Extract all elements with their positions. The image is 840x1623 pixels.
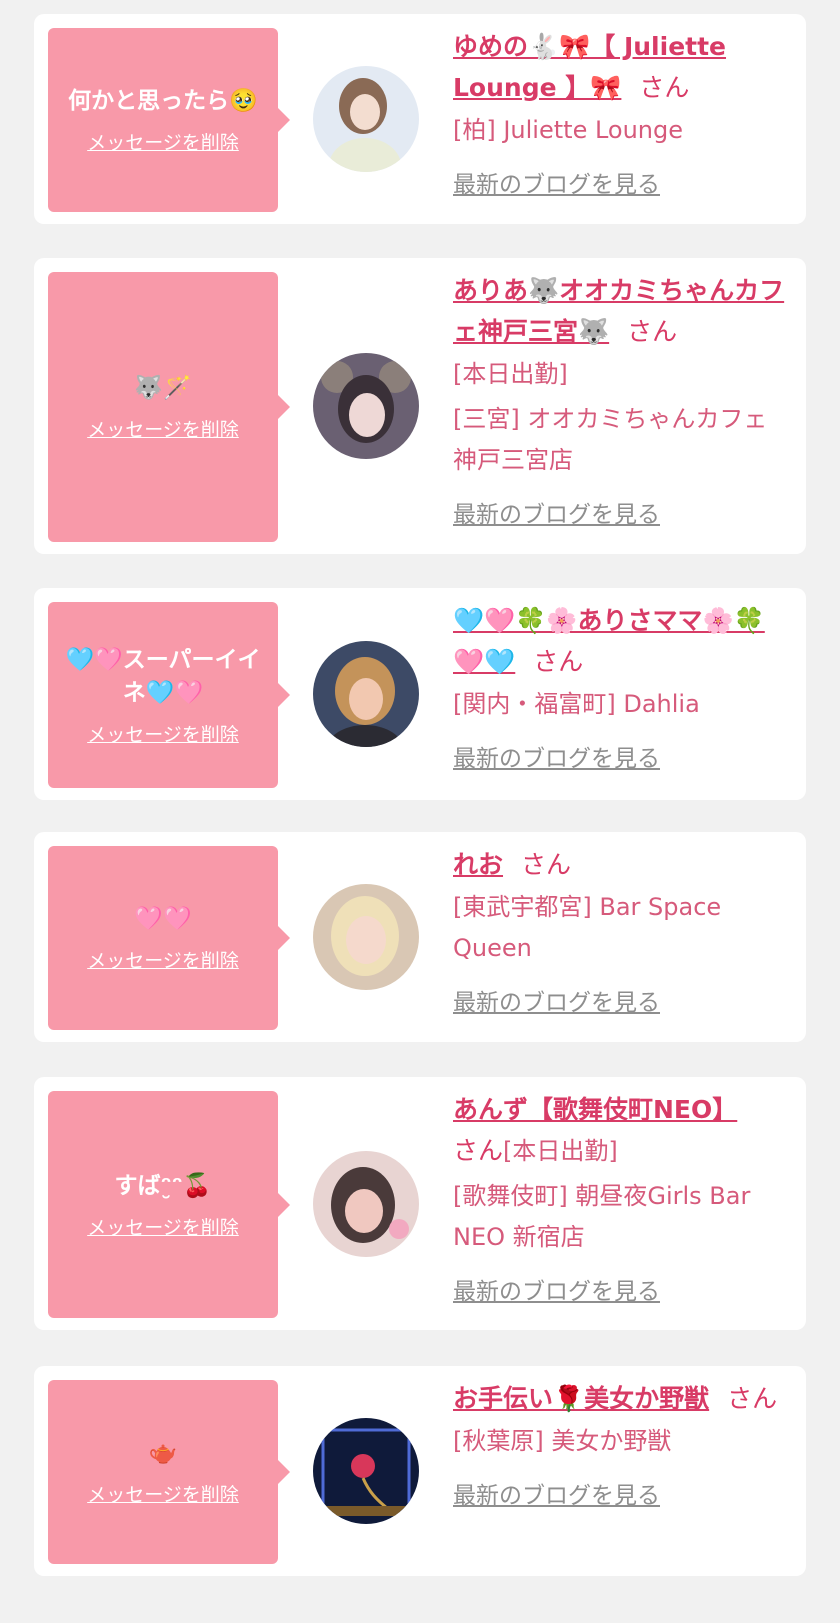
- card-info: ゆめの🐇🎀【 Juliette Lounge 】🎀 さん [柏] Juliette…: [453, 26, 788, 199]
- card-info: ありあ🐺オオカミちゃんカフェ神戸三宮🐺 さん [本日出勤] [三宮] オオカミちゃ…: [453, 270, 788, 529]
- latest-blog-link[interactable]: 最新のブログを見る: [453, 495, 660, 529]
- card-info: お手伝い🌹美女か野獣 さん [秋葉原] 美女か野獣 最新のブログを見る: [453, 1378, 788, 1510]
- avatar[interactable]: [313, 353, 419, 459]
- delete-message-link[interactable]: メッセージを削除: [87, 720, 239, 747]
- message-bubble: 🩵🩷スーパーイイネ🩵🩷 メッセージを削除: [48, 602, 290, 788]
- message-text: 🐺🪄: [134, 375, 192, 401]
- honorific: さん: [639, 73, 690, 102]
- shop-location: [秋葉原] 美女か野獣: [453, 1427, 672, 1455]
- avatar[interactable]: [313, 1418, 419, 1524]
- message-card: すばᵔ̮ᵔ🍒 メッセージを削除 あんず【歌舞伎町NEO】 さん[本日出勤] [歌舞…: [34, 1077, 806, 1330]
- card-info: れお さん [東武宇都宮] Bar Space Queen 最新のブログを見る: [453, 844, 788, 1017]
- latest-blog-link[interactable]: 最新のブログを見る: [453, 1272, 660, 1306]
- message-card: 🫖 メッセージを削除 お手伝い🌹美女か野獣 さん [秋葉原] 美女か野獣 最新のブ…: [34, 1366, 806, 1576]
- message-bubble: 🫖 メッセージを削除: [48, 1380, 290, 1564]
- message-bubble: 何かと思ったら🥹 メッセージを削除: [48, 28, 290, 212]
- shop-name-link[interactable]: お手伝い🌹美女か野獣: [453, 1384, 709, 1413]
- delete-message-link[interactable]: メッセージを削除: [87, 946, 239, 973]
- message-text: 何かと思ったら🥹: [68, 88, 258, 114]
- message-text: 🩵🩷スーパーイイネ🩵🩷: [65, 646, 261, 706]
- message-card: 🐺🪄 メッセージを削除 ありあ🐺オオカミちゃんカフェ神戸三宮🐺 さん [本日出勤]…: [34, 258, 806, 554]
- latest-blog-link[interactable]: 最新のブログを見る: [453, 983, 660, 1017]
- card-info: あんず【歌舞伎町NEO】 さん[本日出勤] [歌舞伎町] 朝昼夜Girls Bar…: [453, 1089, 788, 1306]
- message-card: 🩵🩷スーパーイイネ🩵🩷 メッセージを削除 🩵🩷🍀🌸ありさママ🌸🍀🩷🩵 さん [関内…: [34, 588, 806, 800]
- message-bubble: 🩷🩷 メッセージを削除: [48, 846, 290, 1030]
- honorific: さん: [453, 1136, 504, 1165]
- latest-blog-link[interactable]: 最新のブログを見る: [453, 1476, 660, 1510]
- delete-message-link[interactable]: メッセージを削除: [87, 128, 239, 155]
- status-text: [本日出勤]: [503, 1137, 618, 1165]
- honorific: さん: [521, 850, 572, 879]
- card-info: 🩵🩷🍀🌸ありさママ🌸🍀🩷🩵 さん [関内・福富町] Dahlia 最新のブログを見…: [453, 600, 788, 773]
- status-text: [本日出勤]: [453, 360, 568, 388]
- avatar-photo: [313, 1418, 419, 1524]
- latest-blog-link[interactable]: 最新のブログを見る: [453, 165, 660, 199]
- delete-message-link[interactable]: メッセージを削除: [87, 1480, 239, 1507]
- message-card: 🩷🩷 メッセージを削除 れお さん [東武宇都宮] Bar Space Queen…: [34, 832, 806, 1042]
- shop-name-link[interactable]: ありあ🐺オオカミちゃんカフェ神戸三宮🐺: [453, 276, 784, 346]
- honorific: さん: [727, 1384, 778, 1413]
- avatar-photo: [313, 884, 419, 990]
- shop-name-link[interactable]: あんず【歌舞伎町NEO】: [453, 1095, 737, 1124]
- honorific: さん: [627, 317, 678, 346]
- honorific: さん: [533, 647, 584, 676]
- message-bubble: すばᵔ̮ᵔ🍒 メッセージを削除: [48, 1091, 290, 1318]
- shop-location: [東武宇都宮] Bar Space Queen: [453, 893, 722, 962]
- avatar-photo: [313, 66, 419, 172]
- avatar-photo: [313, 1151, 419, 1257]
- delete-message-link[interactable]: メッセージを削除: [87, 415, 239, 442]
- message-card: 何かと思ったら🥹 メッセージを削除 ゆめの🐇🎀【 Juliette Lounge…: [34, 14, 806, 224]
- message-text: 🫖: [148, 1440, 178, 1466]
- shop-location: [三宮] オオカミちゃんカフェ神戸三宮店: [453, 405, 768, 474]
- message-bubble: 🐺🪄 メッセージを削除: [48, 272, 290, 542]
- avatar[interactable]: [313, 641, 419, 747]
- avatar[interactable]: [313, 1151, 419, 1257]
- delete-message-link[interactable]: メッセージを削除: [87, 1213, 239, 1240]
- message-text: すばᵔ̮ᵔ🍒: [114, 1172, 212, 1199]
- avatar[interactable]: [313, 884, 419, 990]
- shop-location: [歌舞伎町] 朝昼夜Girls Bar NEO 新宿店: [453, 1182, 751, 1251]
- avatar-photo: [313, 641, 419, 747]
- shop-name-link[interactable]: 🩵🩷🍀🌸ありさママ🌸🍀🩷🩵: [453, 606, 765, 676]
- message-text: 🩷🩷: [134, 906, 192, 932]
- shop-location: [関内・福富町] Dahlia: [453, 690, 700, 718]
- avatar[interactable]: [313, 66, 419, 172]
- shop-name-link[interactable]: れお: [453, 850, 503, 879]
- latest-blog-link[interactable]: 最新のブログを見る: [453, 739, 660, 773]
- shop-location: [柏] Juliette Lounge: [453, 116, 684, 144]
- avatar-photo: [313, 353, 419, 459]
